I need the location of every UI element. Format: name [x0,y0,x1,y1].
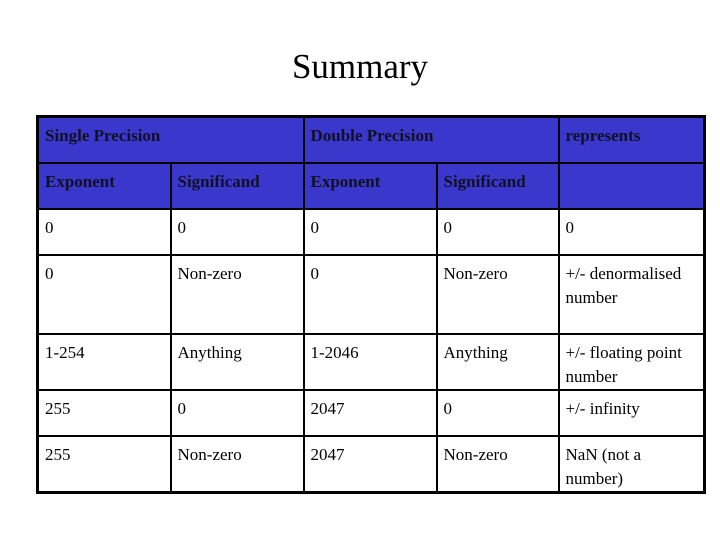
table-row: 0 0 0 0 0 [36,207,706,256]
header-represents-empty [557,161,706,210]
cell-double-significand: Non-zero [435,253,560,335]
table-row: 1-254 Anything 1-2046 Anything +/- float… [36,332,706,391]
table-row: 255 0 2047 0 +/- infinity [36,388,706,437]
cell-single-exponent: 0 [36,253,172,335]
header-single-exponent: Exponent [36,161,172,210]
cell-single-significand: 0 [169,388,305,437]
slide-title: Summary [291,47,429,86]
cell-double-significand: 0 [435,207,560,256]
cell-single-exponent: 255 [36,434,172,493]
sub-header-row: Exponent Significand Exponent Significan… [36,161,706,210]
summary-table: Single Precision Double Precision repres… [36,115,706,494]
header-double-significand: Significand [435,161,560,210]
table-row: 255 Non-zero 2047 Non-zero NaN (not a nu… [36,434,706,493]
cell-represents: +/- infinity [557,388,706,437]
cell-single-significand: Anything [169,332,305,391]
cell-represents: +/- denormalised number [557,253,706,335]
cell-represents: NaN (not a number) [557,434,706,493]
cell-double-significand: Non-zero [435,434,560,493]
cell-double-exponent: 1-2046 [302,332,438,391]
header-double-exponent: Exponent [302,161,438,210]
cell-double-significand: Anything [435,332,560,391]
cell-single-significand: Non-zero [169,434,305,493]
cell-double-exponent: 0 [302,253,438,335]
header-represents: represents [557,115,706,164]
cell-single-significand: 0 [169,207,305,256]
header-double-precision: Double Precision [302,115,560,164]
cell-double-exponent: 0 [302,207,438,256]
cell-represents: +/- floating point number [557,332,706,391]
table-row: 0 Non-zero 0 Non-zero +/- denormalised n… [36,253,706,335]
cell-single-significand: Non-zero [169,253,305,335]
cell-single-exponent: 0 [36,207,172,256]
cell-single-exponent: 255 [36,388,172,437]
cell-single-exponent: 1-254 [36,332,172,391]
header-single-precision: Single Precision [36,115,305,164]
cell-double-exponent: 2047 [302,388,438,437]
cell-double-significand: 0 [435,388,560,437]
cell-represents: 0 [557,207,706,256]
header-single-significand: Significand [169,161,305,210]
group-header-row: Single Precision Double Precision repres… [36,115,706,164]
cell-double-exponent: 2047 [302,434,438,493]
